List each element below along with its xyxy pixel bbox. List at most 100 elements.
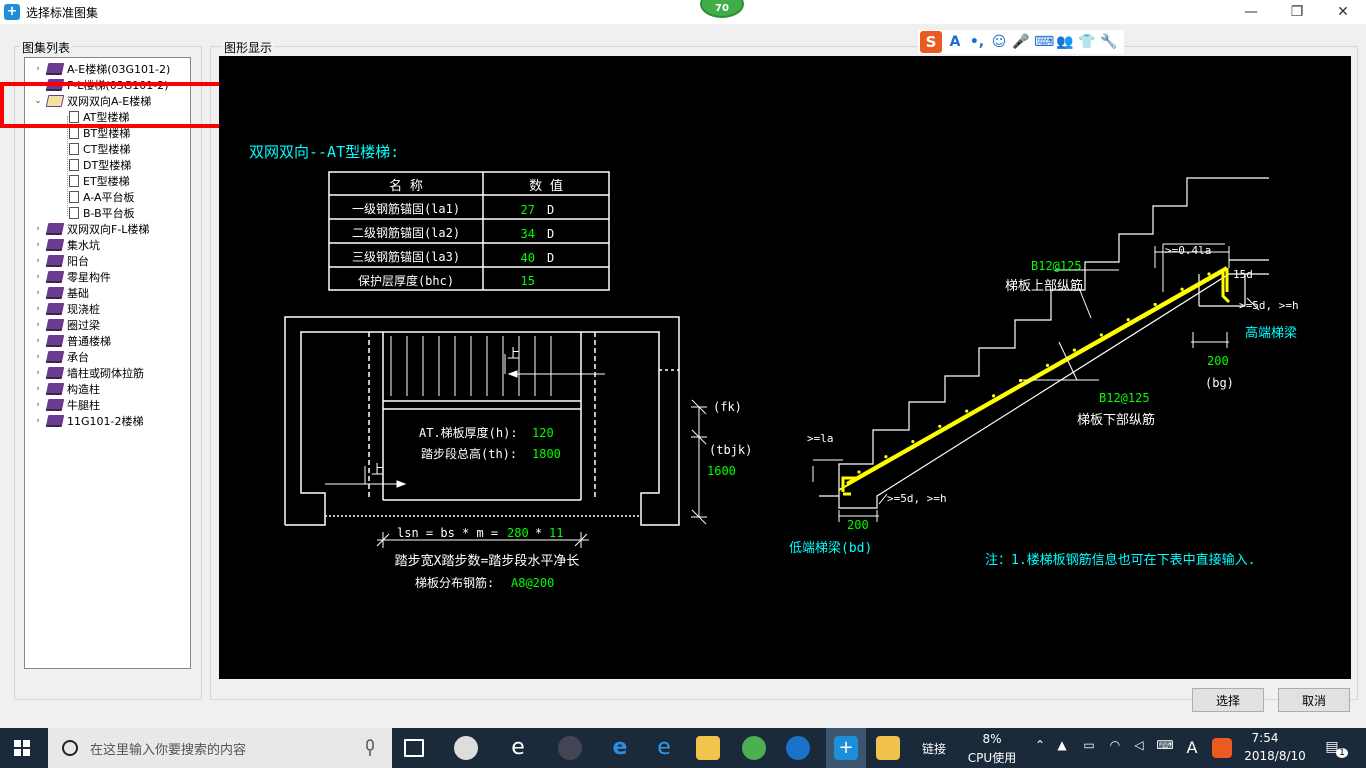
top-bar-spec[interactable]: B12@125 bbox=[1031, 259, 1082, 273]
ime-keyboard-icon[interactable]: ⌨ bbox=[1034, 33, 1054, 51]
tree-item[interactable]: ET型楼梯 bbox=[69, 173, 130, 189]
ime-punct-icon[interactable]: •, bbox=[968, 33, 986, 51]
chevron-right-icon[interactable]: › bbox=[33, 336, 43, 346]
tree-item[interactable]: › 双网双向F-L楼梯 bbox=[33, 221, 149, 237]
chevron-right-icon[interactable]: › bbox=[33, 304, 43, 314]
tbjk-value[interactable]: 1600 bbox=[707, 464, 736, 478]
book-icon bbox=[45, 303, 65, 315]
height-value[interactable]: 1800 bbox=[532, 447, 561, 461]
atlas-tree[interactable]: › A-E楼梯(03G101-2) › F-L楼梯(03G101-2) ⌄ 双网双向A-E… bbox=[24, 57, 191, 669]
taskbar-search-box[interactable]: 在这里输入你要搜索的内容 bbox=[48, 728, 392, 768]
chevron-right-icon[interactable]: › bbox=[33, 368, 43, 378]
canvas-group-label: 图形显示 bbox=[222, 39, 275, 56]
task-view-icon[interactable] bbox=[404, 739, 424, 757]
internet-explorer-icon[interactable]: e bbox=[652, 736, 676, 760]
tree-item[interactable]: › 普通楼梯 bbox=[33, 333, 111, 349]
tree-item[interactable]: › 基础 bbox=[33, 285, 89, 301]
book-icon bbox=[45, 367, 65, 379]
file-explorer-icon[interactable] bbox=[696, 736, 720, 760]
edge-icon[interactable]: e bbox=[608, 736, 632, 760]
tree-item[interactable]: A-A平台板 bbox=[69, 189, 135, 205]
ime-toolbar[interactable]: S A •, ☺ 🎤 ⌨ 👥 👕 🔧 bbox=[918, 30, 1124, 54]
tree-item[interactable]: DT型楼梯 bbox=[69, 157, 131, 173]
ime-voice-icon[interactable]: 🎤 bbox=[1012, 33, 1030, 51]
microphone-icon[interactable] bbox=[364, 739, 376, 757]
bd-value[interactable]: 200 bbox=[847, 518, 869, 532]
rebar-dot bbox=[1207, 272, 1211, 276]
close-button[interactable]: ✕ bbox=[1320, 0, 1366, 24]
chat-app-icon[interactable] bbox=[558, 736, 582, 760]
ime-emoji-icon[interactable]: ☺ bbox=[990, 33, 1008, 51]
tree-item-label: B-B平台板 bbox=[83, 207, 135, 220]
minimize-button[interactable]: — bbox=[1228, 0, 1274, 24]
tree-item[interactable]: › 零星构件 bbox=[33, 269, 111, 285]
bg-label: (bg) bbox=[1205, 376, 1234, 390]
tree-item-label: 构造柱 bbox=[67, 383, 100, 396]
keyboard-icon[interactable]: ⌨ bbox=[1152, 738, 1178, 752]
ime-user-icon[interactable]: 👥 bbox=[1056, 33, 1074, 51]
bottom-bar-spec[interactable]: B12@125 bbox=[1099, 391, 1150, 405]
dist-value[interactable]: A8@200 bbox=[511, 576, 554, 590]
browser-g-icon[interactable] bbox=[786, 736, 810, 760]
tree-item[interactable]: › 墙柱或砌体拉筋 bbox=[33, 365, 144, 381]
thickness-value[interactable]: 120 bbox=[532, 426, 554, 440]
tree-item[interactable]: CT型楼梯 bbox=[69, 141, 130, 157]
table-row-value[interactable]: 34 bbox=[521, 227, 535, 241]
sogou-tray-icon[interactable] bbox=[1212, 738, 1232, 758]
pinwheel-app-icon[interactable] bbox=[454, 736, 478, 760]
tree-item[interactable]: › 11G101-2楼梯 bbox=[33, 413, 143, 429]
volume-icon[interactable]: ◁ bbox=[1130, 738, 1148, 752]
tree-item[interactable]: › 阳台 bbox=[33, 253, 89, 269]
chevron-right-icon[interactable]: › bbox=[33, 288, 43, 298]
tree-item[interactable]: › 承台 bbox=[33, 349, 89, 365]
chevron-right-icon[interactable]: › bbox=[33, 272, 43, 282]
chevron-right-icon[interactable]: › bbox=[33, 64, 43, 74]
wifi-icon[interactable]: ◠ bbox=[1106, 738, 1124, 752]
chevron-right-icon[interactable]: › bbox=[33, 240, 43, 250]
windows-start-icon[interactable] bbox=[14, 740, 30, 756]
tree-item[interactable]: B-B平台板 bbox=[69, 205, 135, 221]
bs-value[interactable]: 280 bbox=[507, 526, 529, 540]
ie-legacy-icon[interactable]: e bbox=[506, 736, 530, 760]
clock-date[interactable]: 2018/8/10 bbox=[1240, 749, 1310, 763]
link-toolbar[interactable]: 链接 bbox=[914, 740, 954, 757]
tree-item[interactable]: › 集水坑 bbox=[33, 237, 100, 253]
bg-value[interactable]: 200 bbox=[1207, 354, 1229, 368]
sogou-logo-icon[interactable]: S bbox=[920, 31, 942, 53]
tree-item[interactable]: › 牛腿柱 bbox=[33, 397, 100, 413]
maximize-button[interactable]: ❐ bbox=[1274, 0, 1320, 24]
tree-item[interactable]: › A-E楼梯(03G101-2) bbox=[33, 61, 170, 77]
select-button[interactable]: 选择 bbox=[1192, 688, 1264, 712]
rebar-dot bbox=[1126, 318, 1130, 322]
tree-item[interactable]: › 构造柱 bbox=[33, 381, 100, 397]
document-icon bbox=[69, 191, 79, 203]
tree-item-label: 墙柱或砌体拉筋 bbox=[67, 367, 144, 380]
table-row-value[interactable]: 40 bbox=[521, 251, 535, 265]
chevron-right-icon[interactable]: › bbox=[33, 400, 43, 410]
chevron-right-icon[interactable]: › bbox=[33, 384, 43, 394]
notes-app-icon[interactable] bbox=[876, 736, 900, 760]
input-language[interactable]: A bbox=[1184, 738, 1200, 757]
table-header-name: 名 称 bbox=[389, 178, 423, 194]
plan-up-label: 上 bbox=[371, 463, 384, 478]
chevron-right-icon[interactable]: › bbox=[33, 320, 43, 330]
chevron-up-icon[interactable]: ⌃ bbox=[1032, 738, 1048, 752]
green-app-icon[interactable] bbox=[742, 736, 766, 760]
chevron-right-icon[interactable]: › bbox=[33, 224, 43, 234]
battery-icon[interactable]: ▭ bbox=[1080, 738, 1098, 752]
chevron-right-icon[interactable]: › bbox=[33, 256, 43, 266]
cancel-button[interactable]: 取消 bbox=[1278, 688, 1350, 712]
chevron-right-icon[interactable]: › bbox=[33, 416, 43, 426]
chevron-right-icon[interactable]: › bbox=[33, 352, 43, 362]
table-row-value[interactable]: 15 bbox=[521, 274, 535, 288]
notification-bell-icon[interactable]: ▲ bbox=[1054, 738, 1070, 752]
tree-item[interactable]: › 现浇桩 bbox=[33, 301, 100, 317]
ime-settings-icon[interactable]: 🔧 bbox=[1100, 33, 1118, 51]
clock-time[interactable]: 7:54 bbox=[1240, 731, 1290, 745]
table-row-value[interactable]: 27 bbox=[521, 203, 535, 217]
ime-skin-icon[interactable]: 👕 bbox=[1078, 33, 1096, 51]
gld-app-icon[interactable]: + bbox=[834, 736, 858, 760]
m-value[interactable]: 11 bbox=[549, 526, 563, 540]
tree-item[interactable]: › 圈过梁 bbox=[33, 317, 100, 333]
ime-lang-icon[interactable]: A bbox=[946, 33, 964, 51]
